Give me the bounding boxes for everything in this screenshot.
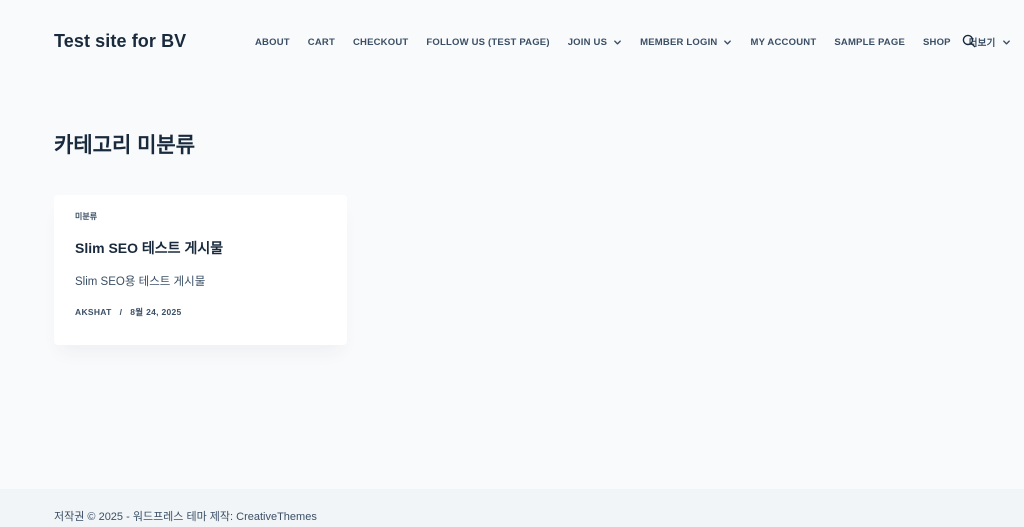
nav-item-join-us[interactable]: JOIN US bbox=[568, 37, 622, 48]
nav-item-label: FOLLOW US (TEST PAGE) bbox=[426, 36, 550, 48]
nav-item-follow-us[interactable]: FOLLOW US (TEST PAGE) bbox=[426, 37, 549, 48]
main-nav: ABOUT CART CHECKOUT FOLLOW US (TEST PAGE… bbox=[255, 34, 1011, 50]
site-footer: 저작권 © 2025 - 워드프레스 테마 제작: CreativeThemes bbox=[0, 489, 1024, 527]
nav-item-label: ABOUT bbox=[255, 36, 290, 48]
nav-item-shop[interactable]: SHOP bbox=[923, 37, 951, 48]
nav-item-cart[interactable]: CART bbox=[308, 37, 335, 48]
copyright-text: 저작권 © 2025 - 워드프레스 테마 제작: CreativeThemes bbox=[54, 511, 317, 523]
site-title[interactable]: Test site for BV bbox=[54, 31, 186, 52]
nav-item-my-account[interactable]: MY ACCOUNT bbox=[750, 37, 816, 48]
chevron-down-icon[interactable] bbox=[1002, 38, 1011, 47]
post-date: 8월 24, 2025 bbox=[130, 307, 182, 317]
nav-item-sample-page[interactable]: SAMPLE PAGE bbox=[834, 37, 905, 48]
nav-item-label: MY ACCOUNT bbox=[750, 36, 817, 48]
search-icon bbox=[962, 34, 978, 48]
nav-item-checkout[interactable]: CHECKOUT bbox=[353, 37, 408, 48]
chevron-down-icon[interactable] bbox=[613, 38, 622, 47]
meta-separator: / bbox=[119, 307, 123, 317]
nav-item-about[interactable]: ABOUT bbox=[255, 37, 290, 48]
post-author-link[interactable]: AKSHAT bbox=[75, 307, 112, 317]
post-excerpt: Slim SEO용 테스트 게시물 bbox=[75, 276, 206, 288]
post-category-link[interactable]: 미분류 bbox=[75, 211, 97, 222]
nav-item-label: SAMPLE PAGE bbox=[834, 36, 905, 48]
chevron-down-icon[interactable] bbox=[723, 38, 732, 47]
nav-item-label: CHECKOUT bbox=[352, 36, 409, 48]
nav-item-label: CART bbox=[307, 36, 335, 48]
site-header: Test site for BV ABOUT CART CHECKOUT FOL… bbox=[0, 0, 1024, 84]
nav-item-member-login[interactable]: MEMBER LOGIN bbox=[640, 37, 732, 48]
nav-item-label: JOIN US bbox=[567, 36, 608, 48]
post-card: 미분류 Slim SEO 테스트 게시물 Slim SEO용 테스트 게시물 A… bbox=[54, 195, 347, 345]
nav-item-label: MEMBER LOGIN bbox=[640, 36, 718, 48]
nav-item-label: SHOP bbox=[923, 36, 951, 48]
search-button[interactable] bbox=[962, 34, 978, 50]
post-meta: AKSHAT / 8월 24, 2025 bbox=[75, 306, 182, 318]
post-title-link[interactable]: Slim SEO 테스트 게시물 bbox=[75, 238, 223, 258]
page-title: 카테고리 미분류 bbox=[54, 134, 196, 157]
